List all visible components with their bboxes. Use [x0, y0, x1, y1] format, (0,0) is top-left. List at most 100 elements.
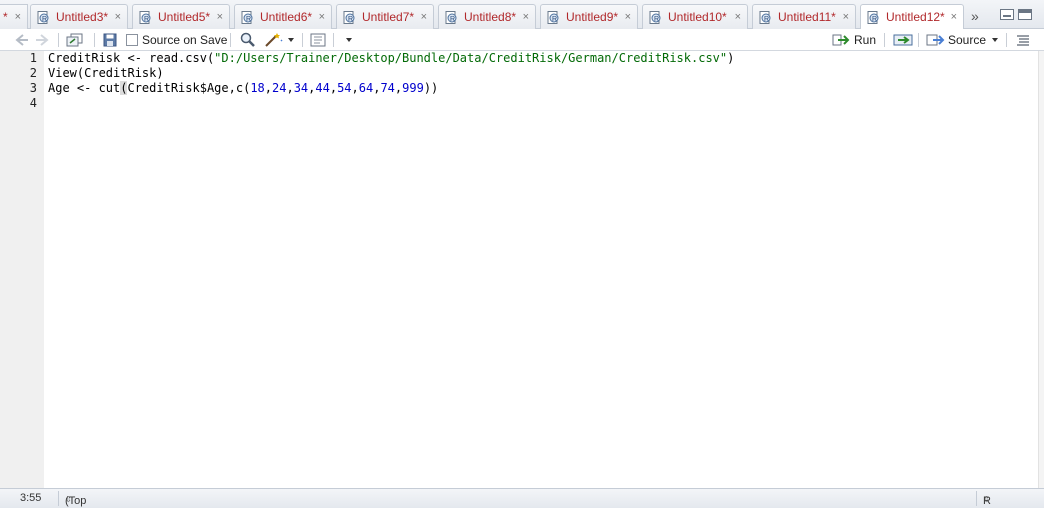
tab-untitled6[interactable]: R Untitled6* × [234, 4, 332, 29]
tab-untitled7[interactable]: R Untitled7* × [336, 4, 434, 29]
code-token: )) [423, 81, 439, 95]
close-icon[interactable]: × [319, 11, 325, 23]
chevron-down-icon[interactable] [345, 32, 353, 48]
line-number: 3 [29, 81, 37, 95]
run-button[interactable]: Run [832, 32, 876, 48]
line-number: 1 [29, 51, 37, 65]
source-on-save-checkbox[interactable]: Source on Save [126, 32, 227, 48]
tab-label: Untitled5* [158, 10, 211, 24]
rerun-icon[interactable] [893, 32, 913, 48]
code-editor[interactable]: 1 2 3 4 CreditRisk <- read.csv("D:/Users… [0, 51, 1038, 488]
chevron-down-icon[interactable] [991, 32, 999, 48]
compile-report-icon[interactable] [310, 32, 326, 48]
tab-untitled11[interactable]: R Untitled11* × [752, 4, 856, 29]
tab-label: Untitled10* [668, 10, 727, 24]
tab-overflow-icon[interactable]: » [971, 8, 979, 24]
forward-icon[interactable] [34, 32, 50, 48]
code-number: 18 [250, 81, 265, 95]
run-arrow-icon [832, 34, 850, 46]
svg-text:R: R [348, 16, 353, 23]
code-token: View(CreditRisk [48, 66, 157, 80]
close-icon[interactable]: × [217, 11, 223, 23]
cursor-position: 3:55 [20, 492, 42, 504]
close-icon[interactable]: × [625, 11, 631, 23]
chevron-down-icon[interactable] [287, 32, 295, 48]
code-number: 74 [380, 81, 395, 95]
svg-text:R: R [144, 16, 149, 23]
code-number: 54 [337, 81, 352, 95]
r-document-icon: R [649, 10, 663, 24]
tab-untitled5[interactable]: R Untitled5* × [132, 4, 230, 29]
code-line-3[interactable]: Age <- cut(CreditRisk$Age,c(18,24,34,44,… [48, 81, 438, 96]
code-token: Age <- cut [48, 81, 121, 95]
code-line-1[interactable]: CreditRisk <- read.csv("D:/Users/Trainer… [48, 51, 734, 66]
maximize-icon[interactable] [1018, 9, 1032, 20]
tab-bar: * × R Untitled3* × R Untitled5* × R Unti… [0, 0, 1044, 30]
code-number: 44 [315, 81, 330, 95]
svg-text:R: R [872, 16, 877, 23]
tab-partial[interactable]: * × [0, 4, 28, 29]
tab-untitled3[interactable]: R Untitled3* × [30, 4, 128, 29]
tab-label: Untitled9* [566, 10, 619, 24]
code-string: "D:/Users/Trainer/Desktop/Bundle/Data/Cr… [214, 51, 728, 65]
code-number: 64 [358, 81, 374, 95]
close-icon[interactable]: × [421, 11, 427, 23]
svg-text:R: R [552, 16, 557, 23]
tab-label: Untitled12* [886, 10, 945, 24]
checkbox-icon[interactable] [126, 34, 138, 46]
tab-label: Untitled7* [362, 10, 415, 24]
editor-toolbar: Source on Save Run Source [0, 29, 1044, 51]
svg-text:R: R [42, 16, 47, 23]
find-replace-icon[interactable] [240, 32, 256, 48]
svg-text:R: R [764, 16, 769, 23]
r-document-icon: R [759, 10, 773, 24]
code-token: CreditRisk <- read.csv( [48, 51, 215, 65]
code-tools-wand-icon[interactable] [264, 32, 284, 48]
tab-untitled9[interactable]: R Untitled9* × [540, 4, 638, 29]
show-in-window-icon[interactable] [66, 32, 84, 48]
line-number: 2 [29, 66, 37, 80]
tab-label: Untitled3* [56, 10, 109, 24]
code-token: CreditRisk$Age,c( [127, 81, 251, 95]
line-number-gutter: 1 2 3 4 [0, 51, 44, 488]
tab-label: Untitled11* [778, 10, 836, 24]
r-document-icon: R [241, 10, 255, 24]
tab-label: * [3, 10, 8, 24]
code-number: 34 [293, 81, 309, 95]
code-token: ) [727, 51, 735, 65]
r-document-icon: R [445, 10, 459, 24]
tab-untitled10[interactable]: R Untitled10* × [642, 4, 748, 29]
line-number: 4 [29, 96, 37, 110]
tab-untitled8[interactable]: R Untitled8* × [438, 4, 536, 29]
tab-label: Untitled8* [464, 10, 517, 24]
r-document-icon: R [37, 10, 51, 24]
close-icon[interactable]: × [15, 11, 21, 23]
document-outline-icon[interactable] [1016, 32, 1030, 48]
tab-untitled12[interactable]: R Untitled12* × [860, 4, 964, 30]
close-icon[interactable]: × [735, 11, 741, 23]
svg-text:R: R [450, 16, 455, 23]
code-number: 999 [402, 81, 424, 95]
close-icon[interactable]: × [951, 11, 957, 23]
svg-text:R: R [654, 16, 659, 23]
back-icon[interactable] [14, 32, 30, 48]
minimize-icon[interactable] [1000, 9, 1014, 20]
r-document-icon: R [139, 10, 153, 24]
close-icon[interactable]: × [843, 11, 849, 23]
r-document-icon: R [867, 10, 881, 24]
status-bar: 3:55 (Top Level) ⇳ R Script ⇳ [0, 488, 1044, 508]
source-label: Source [948, 33, 987, 47]
source-on-save-label: Source on Save [142, 33, 228, 47]
r-document-icon: R [547, 10, 561, 24]
close-icon[interactable]: × [115, 11, 121, 23]
vertical-scrollbar[interactable] [1038, 51, 1044, 488]
source-button[interactable]: Source [926, 32, 986, 48]
code-number: 24 [272, 81, 287, 95]
close-icon[interactable]: × [523, 11, 529, 23]
run-label: Run [854, 33, 877, 47]
code-line-2[interactable]: View(CreditRisk) [48, 66, 164, 81]
updown-icon: ⇳ [65, 495, 72, 504]
save-icon[interactable] [103, 32, 117, 48]
tab-label: Untitled6* [260, 10, 313, 24]
r-document-icon: R [343, 10, 357, 24]
